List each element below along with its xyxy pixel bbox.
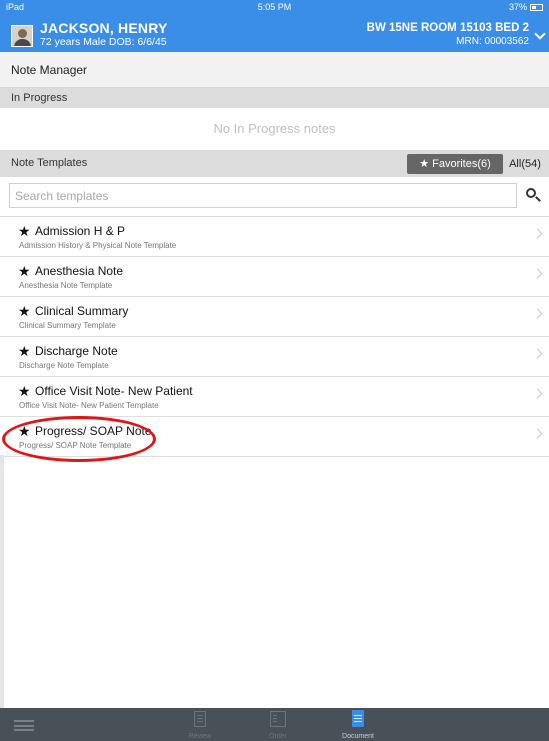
star-icon: ★ xyxy=(18,223,31,239)
chevron-right-icon xyxy=(532,428,543,439)
chevron-right-icon xyxy=(532,308,543,319)
star-icon: ★ xyxy=(18,303,31,319)
template-item-discharge-note[interactable]: ★ Discharge Note Discharge Note Template xyxy=(0,337,549,377)
tab-document-label: Document xyxy=(342,733,374,740)
template-item-admission-h-p[interactable]: ★ Admission H & P Admission History & Ph… xyxy=(0,217,549,257)
tab-review[interactable]: Review xyxy=(175,708,225,741)
template-title: Discharge Note xyxy=(35,344,118,358)
template-title: Progress/ SOAP Note xyxy=(35,424,152,438)
chevron-right-icon xyxy=(532,388,543,399)
patient-location: BW 15NE ROOM 15103 BED 2 xyxy=(366,22,529,34)
chevron-right-icon xyxy=(532,268,543,279)
template-subtitle: Clinical Summary Template xyxy=(19,321,116,330)
tab-document[interactable]: Document xyxy=(333,708,383,741)
star-icon: ★ xyxy=(18,423,31,439)
in-progress-header: In Progress xyxy=(0,88,549,108)
menu-icon xyxy=(14,720,34,731)
favorites-filter-button[interactable]: ★ Favorites(6) xyxy=(407,154,503,174)
status-bar: iPad 5:05 PM 37% xyxy=(0,0,549,14)
templates-header: Note Templates ★ Favorites(6) All(54) xyxy=(0,150,549,177)
star-icon: ★ xyxy=(18,383,31,399)
tab-order[interactable]: Order xyxy=(253,708,303,741)
template-subtitle: Office Visit Note- New Patient Template xyxy=(19,401,159,410)
template-subtitle: Progress/ SOAP Note Template xyxy=(19,441,132,450)
search-icon[interactable] xyxy=(520,183,546,208)
template-item-progress-soap-note[interactable]: ★ Progress/ SOAP Note Progress/ SOAP Not… xyxy=(0,417,549,457)
patient-avatar[interactable] xyxy=(11,25,33,47)
template-title: Office Visit Note- New Patient xyxy=(35,384,193,398)
patient-demographics: 72 years Male DOB: 6/6/45 xyxy=(40,36,167,48)
star-icon: ★ xyxy=(18,263,31,279)
template-title: Clinical Summary xyxy=(35,304,129,318)
template-title: Admission H & P xyxy=(35,224,126,238)
patient-name[interactable]: JACKSON, HENRY xyxy=(40,20,168,36)
left-edge-divider xyxy=(0,455,4,708)
search-row xyxy=(0,183,549,211)
favorites-label: Favorites(6) xyxy=(432,158,491,170)
all-filter-button[interactable]: All(54) xyxy=(505,154,545,174)
patient-mrn: MRN: 00003562 xyxy=(456,36,529,47)
document-icon xyxy=(352,710,364,727)
bottom-tab-bar: Review Order Document xyxy=(0,708,549,741)
template-list: ★ Admission H & P Admission History & Ph… xyxy=(0,216,549,457)
battery-percent: 37% xyxy=(508,2,527,12)
templates-header-label: Note Templates xyxy=(11,157,88,169)
battery-status: 37% xyxy=(509,2,543,12)
template-item-anesthesia-note[interactable]: ★ Anesthesia Note Anesthesia Note Templa… xyxy=(0,257,549,297)
template-subtitle: Anesthesia Note Template xyxy=(19,281,113,290)
tab-order-label: Order xyxy=(269,733,287,740)
chevron-right-icon xyxy=(532,348,543,359)
order-icon xyxy=(270,711,286,727)
clock: 5:05 PM xyxy=(257,2,292,12)
template-subtitle: Discharge Note Template xyxy=(19,361,109,370)
in-progress-empty-message: No In Progress notes xyxy=(0,108,549,150)
template-subtitle: Admission History & Physical Note Templa… xyxy=(19,241,177,250)
menu-button[interactable] xyxy=(0,708,50,741)
tab-review-label: Review xyxy=(188,733,212,740)
template-item-office-visit-new-patient[interactable]: ★ Office Visit Note- New Patient Office … xyxy=(0,377,549,417)
page-title: Note Manager xyxy=(0,52,549,88)
patient-header: iPad 5:05 PM 37% JACKSON, HENRY 72 years… xyxy=(0,0,549,52)
chevron-right-icon xyxy=(532,228,543,239)
battery-icon xyxy=(530,3,543,11)
search-box xyxy=(9,183,517,208)
template-title: Anesthesia Note xyxy=(35,264,124,278)
template-item-clinical-summary[interactable]: ★ Clinical Summary Clinical Summary Temp… xyxy=(0,297,549,337)
star-icon: ★ xyxy=(18,343,31,359)
review-icon xyxy=(194,711,206,727)
star-icon: ★ xyxy=(419,158,430,170)
search-input[interactable] xyxy=(10,184,516,207)
chevron-down-icon[interactable] xyxy=(534,28,546,40)
